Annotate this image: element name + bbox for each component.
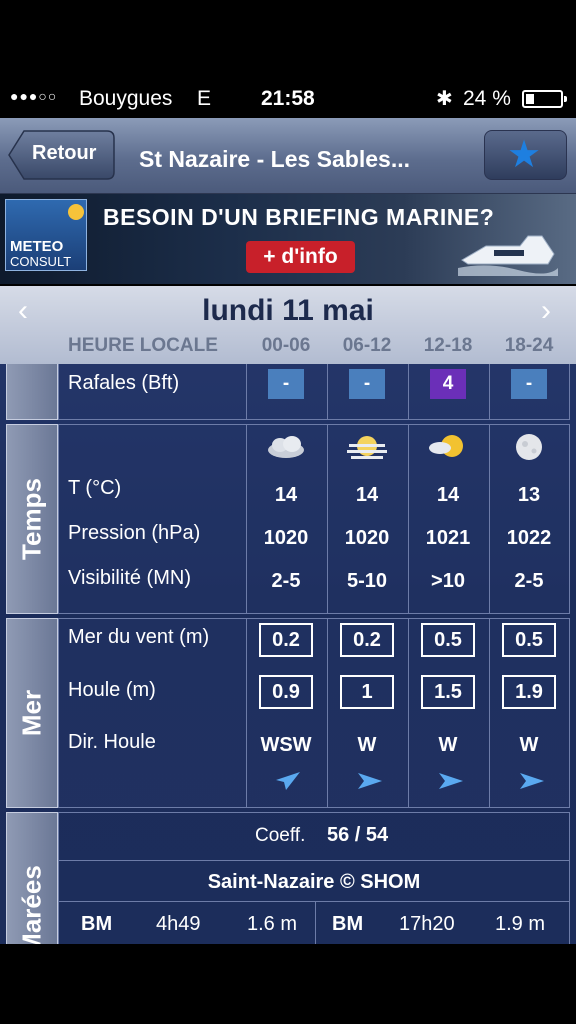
boat-icon bbox=[458, 235, 558, 276]
wind-sea-value: 0.5 bbox=[421, 623, 475, 657]
swell-direction-value: W bbox=[357, 734, 377, 756]
coefficient-row: Coeff. 56 / 54 bbox=[59, 813, 569, 861]
status-bar: ●●●○○ Bouygues E 21:58 ✱ 24 % bbox=[0, 80, 576, 118]
top-black-bar bbox=[0, 0, 576, 80]
time-slot: 18-24 bbox=[504, 335, 554, 356]
visibility-value: >10 bbox=[431, 570, 465, 592]
logo-line2: CONSULT bbox=[10, 254, 72, 269]
visibility-value: 5-10 bbox=[346, 570, 388, 592]
time-slot: 12-18 bbox=[423, 335, 473, 356]
section-tab-mer: Mer bbox=[6, 618, 58, 808]
sun-cloud-icon bbox=[429, 435, 463, 457]
swell-direction-value: W bbox=[438, 734, 458, 756]
swell-value: 0.9 bbox=[259, 675, 313, 709]
swell-direction-label: Dir. Houle bbox=[68, 731, 156, 753]
battery-icon bbox=[522, 90, 567, 108]
logo-line1: METEO bbox=[10, 238, 64, 255]
bottom-black-bar bbox=[0, 944, 576, 1024]
mer-section-label: Mer bbox=[16, 689, 47, 737]
signal-strength: ●●●○○ bbox=[10, 88, 58, 104]
sun-haze-icon bbox=[347, 436, 387, 459]
network-type: E bbox=[197, 87, 212, 110]
moon-icon bbox=[516, 434, 542, 460]
time-slot: 00-06 bbox=[261, 335, 311, 356]
wind-sea-value: 0.2 bbox=[259, 623, 313, 657]
tide-time: 4h49 bbox=[156, 913, 201, 935]
tide-source: Saint-Nazaire © SHOM bbox=[207, 871, 421, 893]
section-tab-temps: Temps bbox=[6, 424, 58, 614]
carrier-name: Bouygues bbox=[79, 87, 173, 110]
clock: 21:58 bbox=[261, 87, 315, 110]
sun-icon bbox=[68, 204, 84, 220]
tide-height: 1.6 m bbox=[247, 913, 298, 935]
temperature-value: 14 bbox=[436, 484, 460, 506]
favorite-button[interactable]: ★ bbox=[484, 130, 567, 180]
time-slot: 06-12 bbox=[342, 335, 392, 356]
swell-value: 1 bbox=[340, 675, 394, 709]
swell-direction-arrow-icon bbox=[520, 773, 544, 789]
tide-type: BM bbox=[332, 913, 364, 935]
visibility-value: 2-5 bbox=[514, 570, 544, 592]
wind-sea-label: Mer du vent (m) bbox=[68, 626, 210, 648]
swell-direction-value: W bbox=[519, 734, 539, 756]
banner-headline: BESOIN D'UN BRIEFING MARINE? bbox=[103, 204, 495, 230]
tides-panel: Coeff. 56 / 54 Saint-Nazaire © SHOM BM 4… bbox=[58, 812, 570, 944]
swell-direction-arrow-icon bbox=[358, 773, 382, 789]
swell-value: 1.9 bbox=[502, 675, 556, 709]
wind-sea-value: 0.5 bbox=[502, 623, 556, 657]
pressure-value: 1022 bbox=[506, 527, 552, 549]
page-title: St Nazaire - Les Sables... bbox=[139, 146, 411, 172]
meteo-consult-logo: METEO CONSULT bbox=[5, 199, 87, 271]
coefficient-value: 56 / 54 bbox=[327, 824, 389, 846]
coefficient-label: Coeff. bbox=[255, 825, 306, 846]
swell-direction-arrow-icon bbox=[276, 772, 300, 790]
banner-info-button[interactable]: + d'info bbox=[246, 241, 355, 273]
marees-section-label: Marées bbox=[16, 864, 47, 944]
bluetooth-icon: ✱ bbox=[436, 88, 453, 110]
ad-banner[interactable]: METEO CONSULT BESOIN D'UN BRIEFING MARIN… bbox=[0, 194, 576, 284]
rafales-value: - bbox=[349, 369, 385, 399]
pressure-value: 1020 bbox=[263, 527, 309, 549]
wind-sea-value: 0.2 bbox=[340, 623, 394, 657]
rafales-value: 4 bbox=[430, 369, 466, 399]
tide-time: 17h20 bbox=[399, 913, 455, 935]
rafales-label: Rafales (Bft) bbox=[68, 372, 180, 394]
pressure-value: 1020 bbox=[344, 527, 390, 549]
battery-percent: 24 % bbox=[463, 87, 511, 110]
back-button-label: Retour bbox=[32, 142, 97, 164]
visibility-value: 2-5 bbox=[271, 570, 301, 592]
temperature-label: T (°C) bbox=[68, 477, 122, 499]
tide-type: BM bbox=[81, 913, 113, 935]
temperature-value: 14 bbox=[274, 484, 298, 506]
navigation-bar: Retour St Nazaire - Les Sables... ★ bbox=[0, 118, 576, 194]
section-tab-marees: Marées bbox=[6, 812, 58, 944]
swell-direction-value: WSW bbox=[260, 734, 312, 756]
star-icon: ★ bbox=[507, 134, 542, 176]
day-selector: ‹ lundi 11 mai › HEURE LOCALE 00-06 06-1… bbox=[0, 286, 576, 364]
visibility-label: Visibilité (MN) bbox=[68, 567, 191, 589]
pressure-value: 1021 bbox=[425, 527, 471, 549]
section-tab-vent bbox=[6, 364, 58, 420]
temperature-value: 13 bbox=[517, 484, 541, 506]
temps-section-label: Temps bbox=[16, 478, 47, 560]
swell-direction-arrow-icon bbox=[439, 773, 463, 789]
cloudy-night-icon bbox=[268, 436, 304, 458]
local-time-label: HEURE LOCALE bbox=[68, 335, 218, 356]
temperature-value: 14 bbox=[355, 484, 379, 506]
tide-height: 1.9 m bbox=[495, 913, 546, 935]
next-day-button[interactable]: › bbox=[541, 294, 551, 328]
swell-value: 1.5 bbox=[421, 675, 475, 709]
back-button[interactable]: Retour bbox=[8, 130, 115, 180]
day-label: lundi 11 mai bbox=[202, 294, 374, 327]
pressure-label: Pression (hPa) bbox=[68, 522, 201, 544]
rafales-value: - bbox=[268, 369, 304, 399]
rafales-value: - bbox=[511, 369, 547, 399]
swell-label: Houle (m) bbox=[68, 679, 156, 701]
forecast-content[interactable]: Rafales (Bft) - - 4 - Temps T (°C) 14 14… bbox=[0, 364, 576, 944]
